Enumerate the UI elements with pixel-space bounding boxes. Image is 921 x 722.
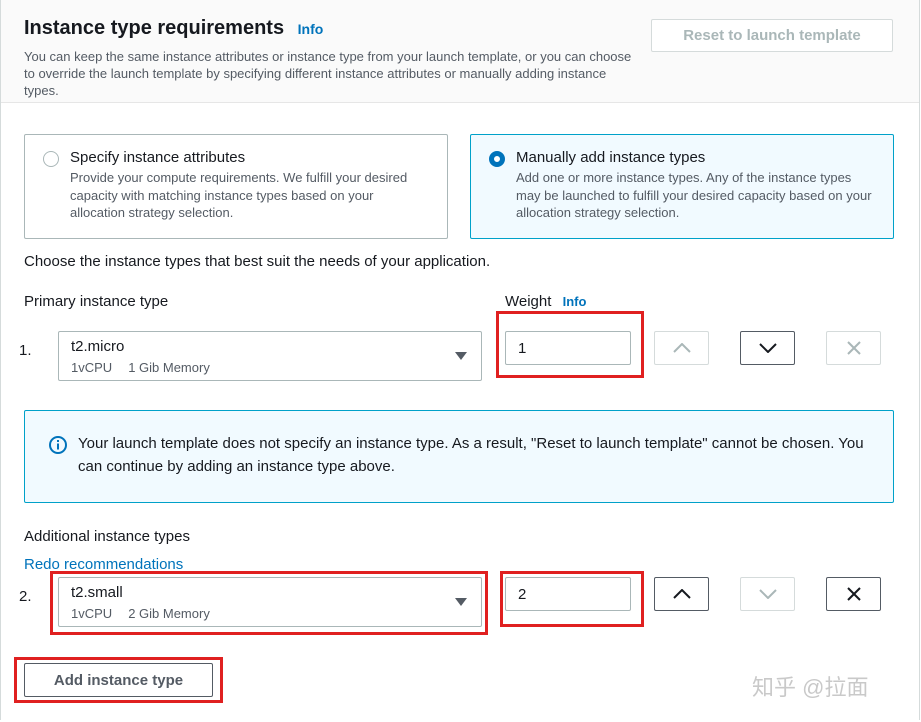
chevron-down-icon bbox=[758, 589, 777, 599]
primary-instance-select[interactable]: t2.micro 1vCPU 1 Gib Memory bbox=[58, 331, 482, 381]
move-up-button-1[interactable] bbox=[654, 331, 709, 365]
watermark: 知乎 @拉面 bbox=[752, 675, 869, 700]
reset-to-launch-template-button[interactable]: Reset to launch template bbox=[651, 19, 893, 52]
move-up-button-2[interactable] bbox=[654, 577, 709, 611]
instructions-text: Choose the instance types that best suit… bbox=[24, 253, 491, 270]
option-manually-add[interactable]: Manually add instance types Add one or m… bbox=[470, 134, 894, 239]
move-down-button-2[interactable] bbox=[740, 577, 795, 611]
caret-down-icon bbox=[455, 598, 467, 606]
option-description: Add one or more instance types. Any of t… bbox=[516, 170, 872, 220]
instance-type-value: t2.micro bbox=[71, 338, 125, 355]
caret-down-icon bbox=[455, 352, 467, 360]
header-info-link[interactable]: Info bbox=[298, 21, 324, 37]
weight-label: Weight Info bbox=[505, 293, 586, 310]
remove-button-1[interactable] bbox=[826, 331, 881, 365]
option-title: Manually add instance types bbox=[516, 149, 706, 166]
weight-info-link[interactable]: Info bbox=[563, 294, 587, 309]
memory-text: 1 Gib Memory bbox=[128, 360, 210, 375]
alert-message: Your launch template does not specify an… bbox=[78, 435, 864, 475]
primary-instance-type-label: Primary instance type bbox=[24, 293, 169, 310]
option-specify-attributes[interactable]: Specify instance attributes Provide your… bbox=[24, 134, 448, 239]
weight-label-text: Weight bbox=[505, 293, 552, 310]
primary-weight-input[interactable]: 1 bbox=[505, 331, 631, 365]
chevron-up-icon bbox=[672, 589, 691, 599]
additional-instance-select[interactable]: t2.small 1vCPU 2 Gib Memory bbox=[58, 577, 482, 627]
row-index-1: 1. bbox=[19, 342, 32, 359]
page-title: Instance type requirements Info bbox=[24, 17, 323, 40]
row-index-2: 2. bbox=[19, 588, 32, 605]
redo-recommendations-link[interactable]: Redo recommendations bbox=[24, 556, 183, 573]
chevron-down-icon bbox=[758, 343, 777, 353]
move-down-button-1[interactable] bbox=[740, 331, 795, 365]
radio-manually-add[interactable] bbox=[489, 151, 505, 167]
radio-specify-attributes[interactable] bbox=[43, 151, 59, 167]
instance-type-specs: 1vCPU 2 Gib Memory bbox=[71, 606, 210, 621]
option-description: Provide your compute requirements. We fu… bbox=[70, 170, 408, 220]
title-text: Instance type requirements bbox=[24, 17, 285, 39]
instance-type-value: t2.small bbox=[71, 584, 123, 601]
additional-weight-input[interactable]: 2 bbox=[505, 577, 631, 611]
vcpu-text: 1vCPU bbox=[71, 606, 113, 621]
vcpu-text: 1vCPU bbox=[71, 360, 113, 375]
close-icon bbox=[846, 341, 861, 355]
info-alert: Your launch template does not specify an… bbox=[24, 410, 894, 503]
remove-button-2[interactable] bbox=[826, 577, 881, 611]
info-icon bbox=[49, 436, 67, 454]
chevron-up-icon bbox=[672, 343, 691, 353]
memory-text: 2 Gib Memory bbox=[128, 606, 210, 621]
instance-type-specs: 1vCPU 1 Gib Memory bbox=[71, 360, 210, 375]
header-description: You can keep the same instance attribute… bbox=[24, 49, 632, 98]
additional-instance-types-label: Additional instance types bbox=[24, 528, 190, 545]
add-instance-type-button[interactable]: Add instance type bbox=[24, 663, 213, 697]
close-icon bbox=[846, 587, 861, 601]
option-title: Specify instance attributes bbox=[70, 149, 246, 166]
